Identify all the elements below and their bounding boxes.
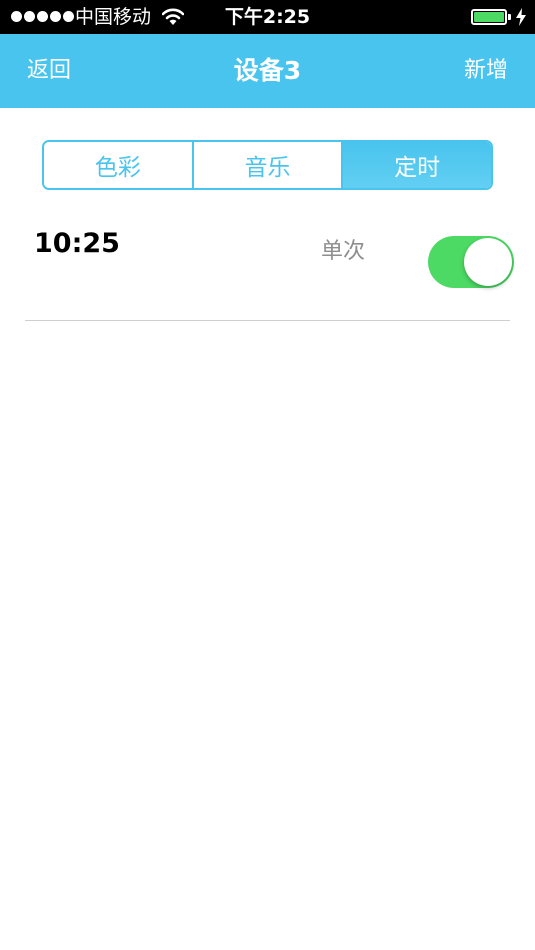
- battery-level: [474, 12, 504, 22]
- nav-bar: 返回 设备3 新增: [0, 34, 535, 108]
- timer-time: 10:25: [34, 228, 120, 259]
- mode-segmented-control: 色彩 音乐 定时: [42, 140, 493, 190]
- battery-icon: [471, 9, 507, 25]
- page-title: 设备3: [233, 56, 302, 85]
- status-bar: 中国移动 下午2:25: [0, 0, 535, 34]
- toggle-knob: [464, 238, 512, 286]
- timer-enable-toggle[interactable]: [428, 236, 514, 288]
- add-button[interactable]: 新增: [464, 56, 508, 86]
- tab-timer[interactable]: 定时: [341, 142, 491, 188]
- timer-list-item[interactable]: 10:25 单次: [25, 210, 514, 321]
- charging-bolt-icon: [516, 8, 526, 26]
- battery-tip: [508, 14, 511, 20]
- tab-music[interactable]: 音乐: [191, 142, 342, 188]
- status-time: 下午2:25: [224, 6, 311, 28]
- timer-repeat-label: 单次: [321, 239, 366, 264]
- tab-color[interactable]: 色彩: [44, 142, 192, 188]
